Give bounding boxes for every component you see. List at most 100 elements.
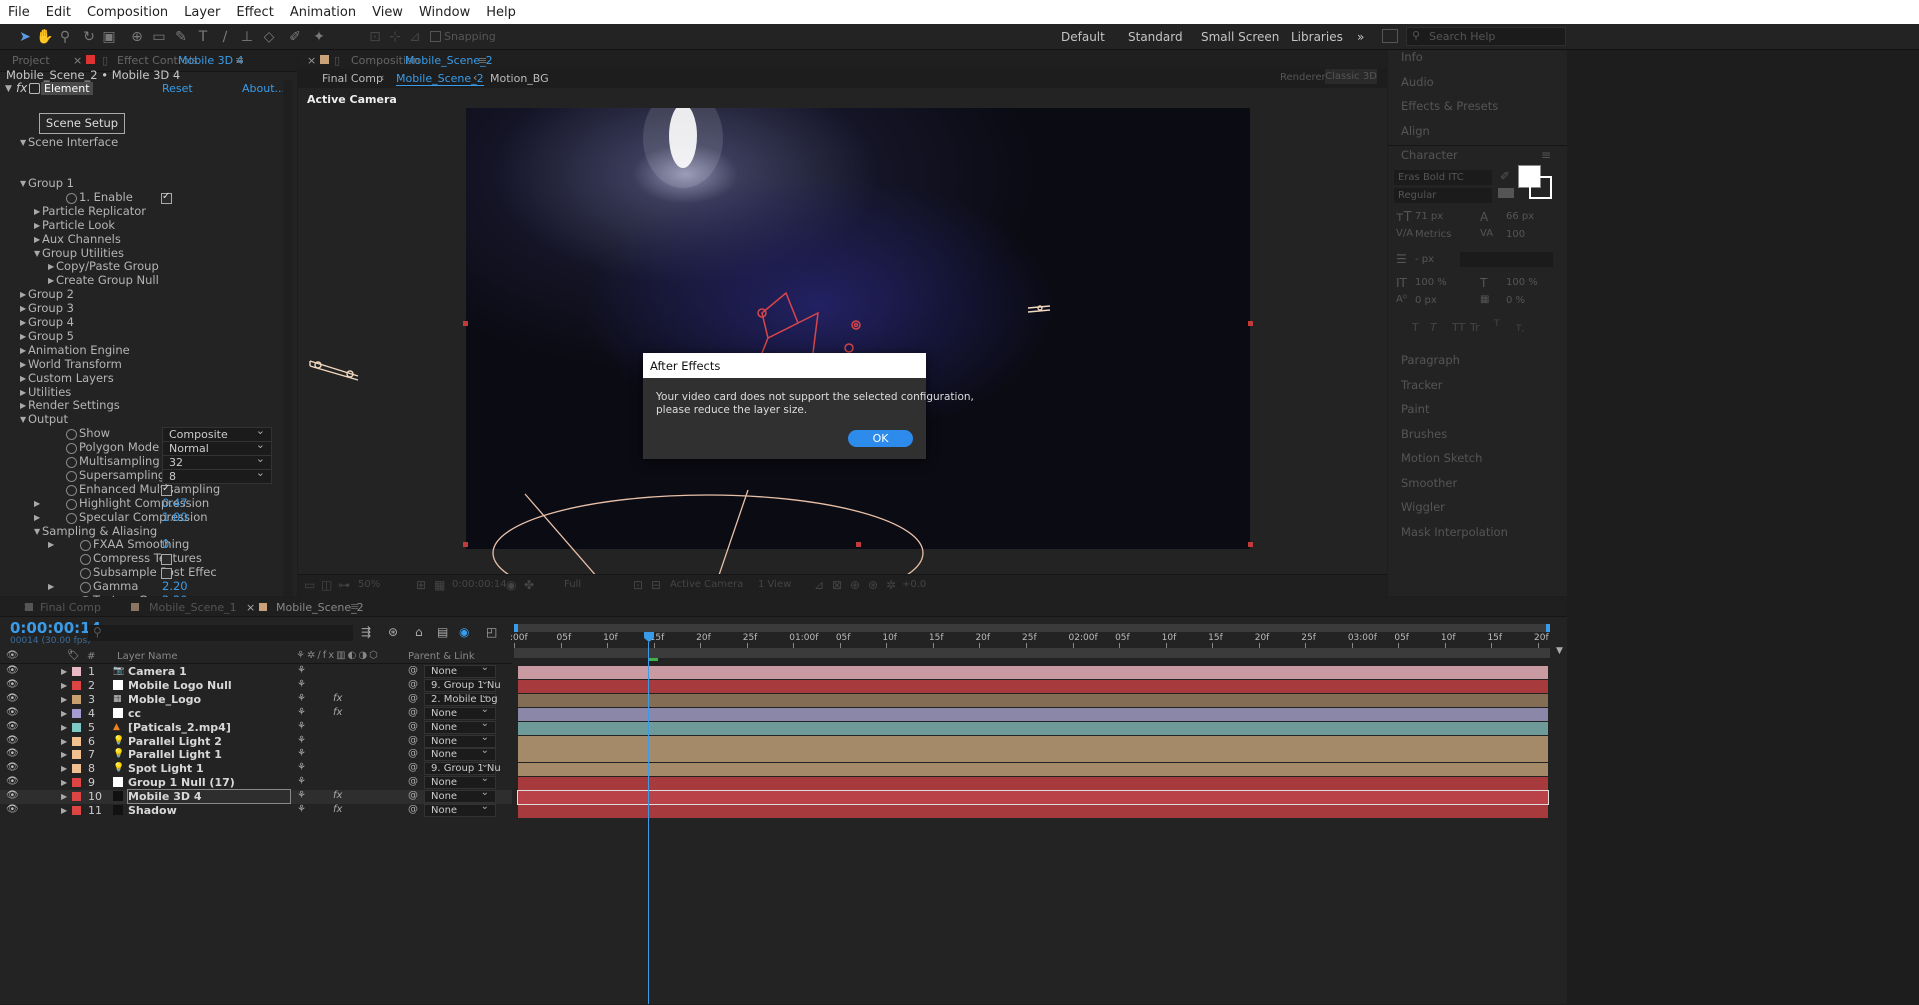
draft-3d-icon[interactable]: ⊠ <box>832 578 842 592</box>
right-panel-mask-interpolation[interactable]: Mask Interpolation <box>1401 525 1508 539</box>
layer-label-color[interactable] <box>72 680 81 690</box>
close-comp-tab-icon[interactable]: × <box>307 54 316 67</box>
graph-editor-icon[interactable]: ◰ <box>486 625 497 639</box>
timeline-search-field[interactable]: ⚲ <box>88 625 353 641</box>
visibility-eye-icon[interactable]: 👁 <box>6 693 19 704</box>
workspace-standard[interactable]: Standard <box>1128 30 1183 44</box>
show-channel-icon[interactable]: ✤ <box>524 578 534 592</box>
layer-duration-bar[interactable] <box>518 707 1548 721</box>
right-panel-align[interactable]: Align <box>1401 124 1430 138</box>
layer-label-color[interactable] <box>72 694 81 704</box>
expand-right-icon[interactable]: ▶ <box>20 374 26 383</box>
black-white-swatch[interactable] <box>1498 188 1514 198</box>
layer-expand-icon[interactable]: ▶ <box>61 723 67 732</box>
workspace-libraries[interactable]: Libraries <box>1291 30 1343 44</box>
right-panel-tracker[interactable]: Tracker <box>1401 378 1443 392</box>
layer-duration-bar[interactable] <box>518 749 1548 763</box>
pick-whip-icon[interactable]: @ <box>408 721 418 732</box>
expand-right-icon[interactable]: ▶ <box>34 499 40 508</box>
stopwatch-icon[interactable] <box>66 443 77 455</box>
right-panel-info[interactable]: Info <box>1401 50 1423 64</box>
leading-value[interactable]: 66 px <box>1506 211 1534 222</box>
expand-right-icon[interactable]: ▶ <box>48 582 54 591</box>
panel-menu-icon[interactable]: ≡ <box>235 54 244 67</box>
motion-blur-icon[interactable]: ◉ <box>459 625 469 639</box>
layer-duration-bar[interactable] <box>518 805 1548 818</box>
layer-row-1[interactable]: 👁 ▶ 1 📷 Camera 1 ⚘ @ None <box>0 662 512 679</box>
expand-right-icon[interactable]: ▶ <box>48 540 54 549</box>
effect-value[interactable]: 0.47 <box>162 496 188 510</box>
layer-duration-bar[interactable] <box>518 666 1548 679</box>
pick-whip-icon[interactable]: @ <box>408 776 418 787</box>
brush-tool-icon[interactable]: ∕ <box>216 28 234 46</box>
visibility-eye-icon[interactable]: 👁 <box>6 665 19 676</box>
expand-down-icon[interactable]: ▼ <box>20 415 26 424</box>
transparency-grid-icon[interactable]: ▦ <box>434 578 445 592</box>
layer-expand-icon[interactable]: ▶ <box>61 737 67 746</box>
shy-switch-icon[interactable]: ⚘ <box>297 665 306 676</box>
menu-animation[interactable]: Animation <box>282 5 364 20</box>
flowchart-icon[interactable]: ⊕ <box>850 578 860 592</box>
stopwatch-icon[interactable] <box>80 554 91 566</box>
tsume-value[interactable]: 0 % <box>1506 295 1525 306</box>
layer-name[interactable]: [Paticals_2.mp4] <box>128 721 231 734</box>
camera-view-select[interactable]: Active Camera <box>670 579 743 590</box>
time-navigator[interactable] <box>514 648 1550 658</box>
layer-label-color[interactable] <box>72 806 81 815</box>
safe-zones-icon[interactable]: ⊞ <box>416 578 426 592</box>
effect-checkbox[interactable] <box>161 568 172 580</box>
layer-duration-bar[interactable] <box>517 790 1549 806</box>
expand-right-icon[interactable]: ▶ <box>20 290 26 299</box>
workspace-overflow-icon[interactable]: » <box>1357 30 1364 44</box>
comp-panel-menu-icon[interactable]: ≡ <box>478 54 487 67</box>
comp-viewer[interactable] <box>298 108 1387 574</box>
faux-italic-button[interactable]: T <box>1430 321 1437 334</box>
layer-name[interactable]: Group 1 Null (17) <box>128 776 235 789</box>
right-panel-effects-presets[interactable]: Effects & Presets <box>1401 99 1498 113</box>
crumb-right-chevron[interactable]: ‹ <box>473 71 477 84</box>
timeline-zoom-icon[interactable]: ▼ <box>1556 646 1566 656</box>
expand-right-icon[interactable]: ▶ <box>20 346 26 355</box>
time-ruler[interactable]: :00f 05f 10f 15f 20f 25f 01:00f 05f 10f 15f 20f 25f… <box>510 632 1550 648</box>
effect-checkbox[interactable] <box>161 191 172 204</box>
layer-name[interactable]: cc <box>128 707 141 720</box>
playhead-line[interactable] <box>648 642 649 1004</box>
layer-label-color[interactable] <box>72 792 81 802</box>
layer-row-9[interactable]: 👁 ▶ 9 Group 1 Null (17) ⚘ @ None <box>0 773 512 790</box>
right-panel-paint[interactable]: Paint <box>1401 402 1429 416</box>
faux-bold-button[interactable]: T <box>1412 321 1419 334</box>
pick-whip-icon[interactable]: @ <box>408 693 418 704</box>
menu-window[interactable]: Window <box>411 5 478 20</box>
type-tool-icon[interactable]: T <box>194 28 212 46</box>
expand-down-icon[interactable]: ▼ <box>20 179 26 188</box>
mask-toggle-icon[interactable]: ◫ <box>321 578 332 592</box>
expand-right-icon[interactable]: ▶ <box>20 304 26 313</box>
work-area-start-handle[interactable] <box>514 624 518 632</box>
layer-label-color[interactable] <box>72 764 81 774</box>
expand-right-icon[interactable]: ▶ <box>34 513 40 522</box>
snapshot-icon[interactable]: ◉ <box>506 578 516 592</box>
right-panel-smoother[interactable]: Smoother <box>1401 476 1457 490</box>
stopwatch-icon[interactable] <box>80 582 91 594</box>
close-tab-icon[interactable]: × <box>73 54 82 67</box>
shy-switch-icon[interactable]: ⚘ <box>297 679 306 690</box>
tab-project[interactable]: Project <box>12 54 50 67</box>
fx-switch-icon[interactable]: fx <box>333 790 342 801</box>
pick-whip-icon[interactable]: @ <box>408 790 418 801</box>
right-panel-wiggler[interactable]: Wiggler <box>1401 500 1445 514</box>
layer-row-5[interactable]: 👁 ▶ 5 ▲ [Paticals_2.mp4] ⚘ @ None <box>0 718 512 735</box>
rectangle-tool-icon[interactable]: ▭ <box>150 28 168 46</box>
zoom-tool-icon[interactable]: ⚲ <box>56 28 74 46</box>
right-panel-motion-sketch[interactable]: Motion Sketch <box>1401 451 1482 465</box>
layer-expand-icon[interactable]: ▶ <box>61 750 67 759</box>
visibility-eye-icon[interactable]: 👁 <box>6 776 19 787</box>
pick-whip-icon[interactable]: @ <box>408 679 418 690</box>
effect-value[interactable]: 1.00 <box>162 510 188 524</box>
layer-expand-icon[interactable]: ▶ <box>61 681 67 690</box>
effect-value[interactable]: 2.20 <box>162 579 188 593</box>
layer-label-color[interactable] <box>72 778 81 788</box>
stopwatch-icon[interactable] <box>66 192 77 204</box>
layer-duration-bar[interactable] <box>518 777 1548 791</box>
visibility-eye-icon[interactable]: 👁 <box>6 748 19 759</box>
layer-row-11[interactable]: 👁 ▶ 11 Shadow ⚘ fx @ None <box>0 801 512 818</box>
